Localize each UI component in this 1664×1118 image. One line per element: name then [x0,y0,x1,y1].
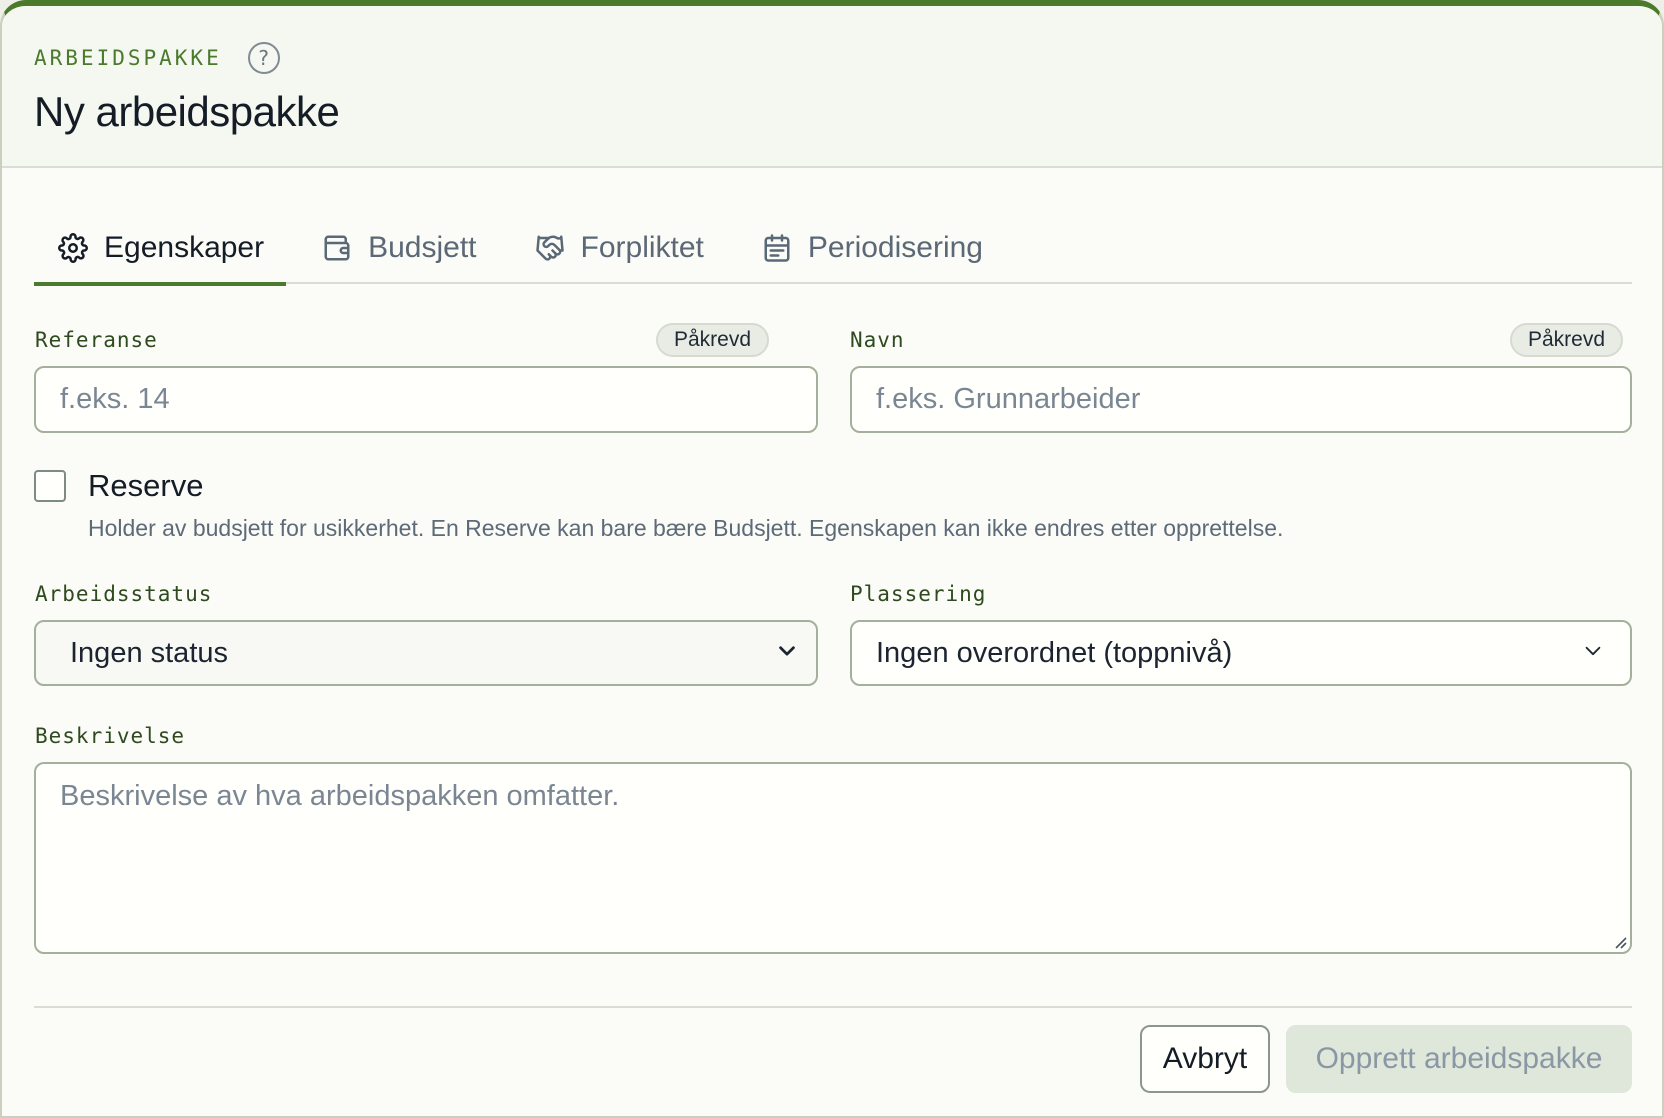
tab-egenskaper[interactable]: Egenskaper [34,211,287,286]
gear-icon [58,232,88,263]
tab-periodisering[interactable]: Periodisering [740,211,1005,284]
wallet-icon [324,235,350,260]
dialog-header: ARBEIDSPAKKE ? Ny arbeidspakke [2,6,1662,168]
description-textarea[interactable] [34,762,1632,954]
tab-label: Forpliktet [580,230,704,264]
eyebrow: ARBEIDSPAKKE ? [34,42,280,74]
reserve-checkbox[interactable] [34,470,66,502]
footer-divider [34,1006,1632,1008]
reserve-label: Reserve [88,468,204,503]
tab-budsjett[interactable]: Budsjett [300,211,498,284]
handshake-icon [535,235,564,261]
description-label: Beskrivelse [35,724,186,748]
resize-grip-icon[interactable] [1610,932,1628,950]
dialog-title: Ny arbeidspakke [34,88,340,135]
tab-forpliktet[interactable]: Forpliktet [513,211,726,284]
chevron-down-icon [776,637,798,670]
placement-value: Ingen overordnet (toppnivå) [876,636,1233,669]
tab-label: Budsjett [368,230,477,264]
cancel-button[interactable]: Avbryt [1140,1025,1270,1093]
reserve-help-text: Holder av budsjett for usikkerhet. En Re… [88,515,1284,541]
tab-bar: Egenskaper Budsjett Forpliktet Periodise… [34,211,1632,286]
new-work-package-dialog: ARBEIDSPAKKE ? Ny arbeidspakke Egenskape… [0,0,1664,1118]
work-status-value: Ingen status [70,636,228,669]
placement-select[interactable]: Ingen overordnet (toppnivå) [850,620,1632,686]
name-label: Navn [850,328,905,352]
work-status-label: Arbeidsstatus [35,582,213,606]
tab-label: Periodisering [807,230,983,264]
reference-label: Referanse [35,328,158,352]
chevron-down-icon [1582,637,1604,670]
work-status-select[interactable]: Ingen status [34,620,818,686]
reference-required-badge: Påkrevd [656,323,770,357]
name-input[interactable] [850,366,1632,433]
calendar-icon [764,233,790,262]
placement-label: Plassering [850,582,987,606]
reference-input[interactable] [34,366,818,433]
question-circle-icon[interactable]: ? [247,42,280,74]
create-work-package-button[interactable]: Opprett arbeidspakke [1286,1025,1632,1093]
tab-label: Egenskaper [104,230,265,264]
name-required-badge: Påkrevd [1510,323,1624,357]
eyebrow-label: ARBEIDSPAKKE [34,46,222,70]
